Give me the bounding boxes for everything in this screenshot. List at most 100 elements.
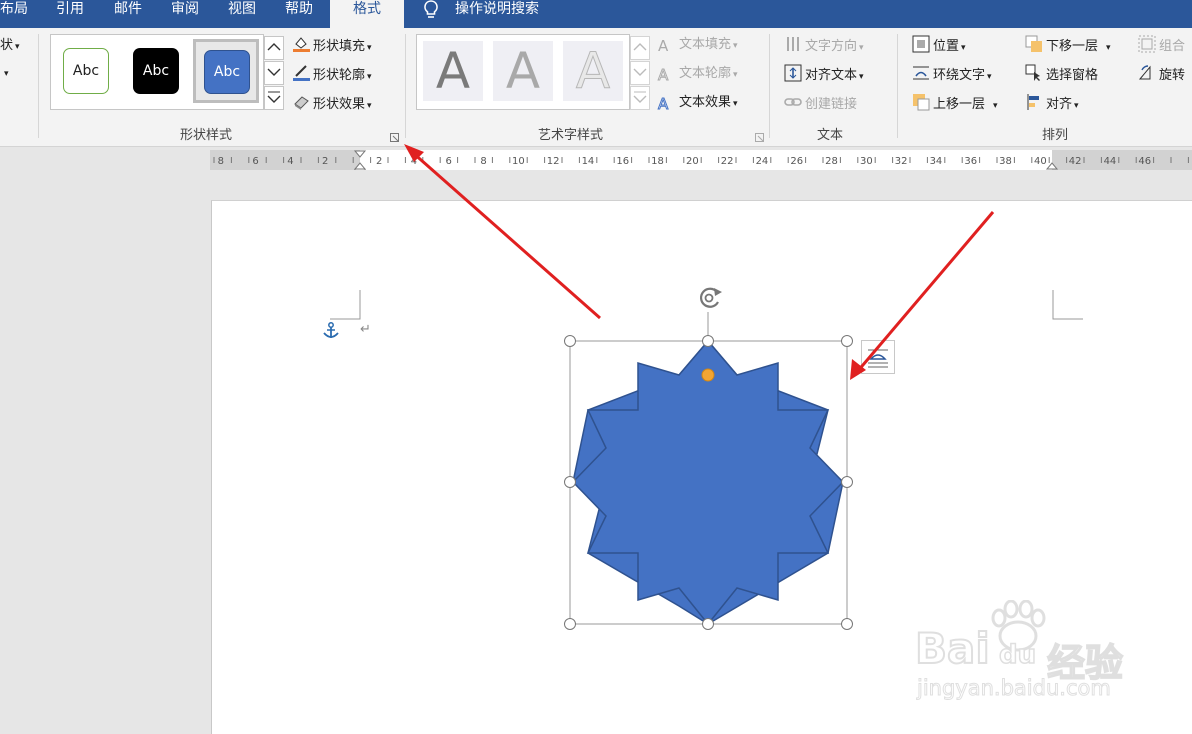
left-cut-command[interactable]: 状 ▾ bbox=[0, 36, 20, 56]
tab-review[interactable]: 审阅 bbox=[171, 0, 199, 28]
rotate-label: 旋转 bbox=[1159, 68, 1186, 83]
wordart-dialog-launcher[interactable] bbox=[755, 128, 765, 147]
resize-handle-left[interactable] bbox=[564, 476, 576, 488]
shape-style-blue-selected[interactable]: Abc bbox=[193, 39, 259, 103]
align-text-label: 对齐文本 bbox=[805, 68, 858, 83]
position-button[interactable]: 位置 ▾ bbox=[912, 35, 966, 55]
tab-view[interactable]: 视图 bbox=[228, 0, 256, 28]
watermark-du: du bbox=[998, 639, 1037, 671]
group-icon bbox=[1138, 35, 1156, 53]
gallery-scroll-up[interactable] bbox=[264, 36, 284, 60]
resize-handle-top[interactable] bbox=[702, 335, 714, 347]
left-cut-dropdown[interactable]: ▾ bbox=[4, 64, 9, 84]
ruler-tick-label: 40 bbox=[1034, 156, 1047, 167]
text-outline-label: 文本轮廓 bbox=[679, 66, 732, 81]
ruler-scale: 8 6 4 2 2 4 6 8 10 12 14 16 18 20 22 24 26 28 30 32 34 36 38 40… bbox=[210, 150, 1192, 178]
shape-effect-label: 形状效果 bbox=[313, 97, 366, 112]
send-backward-button[interactable]: 下移一层 ▾ bbox=[1025, 35, 1111, 55]
ruler-tick-label: 28 bbox=[825, 156, 838, 167]
adjust-handle bbox=[701, 368, 715, 382]
text-group-label: 文本 bbox=[817, 128, 844, 143]
tab-layout[interactable]: 布局 bbox=[0, 0, 28, 28]
wrap-text-button[interactable]: 环绕文字 ▾ bbox=[912, 64, 992, 84]
ruler-tick-label: 42 bbox=[1069, 156, 1082, 167]
shape-styles-group-label: 形状样式 bbox=[180, 128, 233, 143]
wordart-scroll-down[interactable] bbox=[630, 61, 650, 85]
shape-fill-button[interactable]: 形状填充 ▾ bbox=[292, 35, 372, 55]
shape-effect-button[interactable]: 形状效果 ▾ bbox=[292, 93, 372, 113]
wordart-style-3[interactable]: A bbox=[563, 41, 623, 101]
selection-pane-button[interactable]: 选择窗格 bbox=[1025, 64, 1098, 84]
resize-handle-bottom[interactable] bbox=[702, 618, 714, 630]
text-direction-icon bbox=[784, 35, 802, 51]
wordart-style-2[interactable]: A bbox=[493, 41, 553, 101]
text-outline-button[interactable]: A 文本轮廓 ▾ bbox=[658, 64, 738, 85]
ruler-tick-label: 38 bbox=[999, 156, 1012, 167]
text-effect-icon: A bbox=[658, 95, 669, 114]
ruler-tick-label: 44 bbox=[1104, 156, 1117, 167]
rotate-button[interactable]: 旋转 bbox=[1138, 64, 1185, 84]
group-label: 组合 bbox=[1159, 39, 1186, 54]
layout-options-icon[interactable] bbox=[861, 340, 895, 374]
ruler-tick-label: 4 bbox=[411, 156, 417, 167]
text-outline-icon: A bbox=[658, 66, 669, 85]
ruler-tick-label: 36 bbox=[964, 156, 977, 167]
rotate-handle-icon[interactable] bbox=[695, 284, 725, 316]
ruler-tick-label: 2 bbox=[376, 156, 382, 167]
position-label: 位置 bbox=[933, 39, 960, 54]
resize-handle-top-left[interactable] bbox=[564, 335, 576, 347]
chain-link-icon bbox=[784, 93, 802, 109]
text-effect-button[interactable]: A 文本效果 ▾ bbox=[658, 93, 738, 114]
ruler-tick-label: 46 bbox=[1138, 156, 1151, 167]
ruler-tick-label: 26 bbox=[790, 156, 803, 167]
pencil-icon bbox=[292, 64, 310, 81]
resize-handle-right[interactable] bbox=[841, 476, 853, 488]
paint-bucket-icon bbox=[292, 35, 310, 52]
shape-style-blue-swatch: Abc bbox=[204, 50, 250, 94]
tell-me-search[interactable]: 操作说明搜索 bbox=[455, 0, 539, 20]
shape-outline-button[interactable]: 形状轮廓 ▾ bbox=[292, 64, 372, 84]
horizontal-ruler[interactable]: 8 6 4 2 2 4 6 8 10 12 14 16 18 20 22 24 26 28 30 32 34 36 38 40… bbox=[210, 150, 1192, 178]
gallery-scroll-down[interactable] bbox=[264, 61, 284, 85]
resize-handle-top-right[interactable] bbox=[841, 335, 853, 347]
align-icon bbox=[1025, 93, 1043, 110]
shape-style-gallery[interactable]: Abc Abc Abc bbox=[50, 34, 264, 110]
tab-mailings[interactable]: 邮件 bbox=[114, 0, 142, 28]
wordart-scroll-up[interactable] bbox=[630, 36, 650, 60]
ruler-tick-label: 18 bbox=[651, 156, 664, 167]
text-fill-button[interactable]: A 文本填充 ▾ bbox=[658, 35, 738, 55]
resize-handle-bottom-right[interactable] bbox=[841, 618, 853, 630]
ruler-tick-label: 6 bbox=[252, 156, 258, 167]
selection-pane-icon bbox=[1025, 64, 1043, 81]
wrap-text-label: 环绕文字 bbox=[933, 68, 986, 83]
shape-styles-dialog-launcher[interactable] bbox=[390, 128, 400, 147]
tab-references[interactable]: 引用 bbox=[56, 0, 84, 28]
send-backward-label: 下移一层 bbox=[1046, 39, 1099, 54]
group-button[interactable]: 组合 bbox=[1138, 35, 1185, 55]
star-shape-body bbox=[571, 339, 845, 626]
ruler-tick-label: 12 bbox=[547, 156, 560, 167]
lightbulb-icon[interactable] bbox=[423, 0, 439, 24]
wordart-more-button[interactable] bbox=[630, 86, 650, 110]
align-button[interactable]: 对齐 ▾ bbox=[1025, 93, 1079, 113]
ruler-tick-label: 16 bbox=[616, 156, 629, 167]
tab-format[interactable]: 格式 bbox=[330, 0, 404, 28]
shape-style-outline-green[interactable]: Abc bbox=[63, 48, 109, 94]
text-direction-button[interactable]: 文字方向 ▾ bbox=[784, 35, 864, 55]
ruler-tick-label: 10 bbox=[512, 156, 525, 167]
shape-style-black[interactable]: Abc bbox=[133, 48, 179, 94]
align-text-button[interactable]: 对齐文本 ▾ bbox=[784, 64, 864, 84]
tab-help[interactable]: 帮助 bbox=[285, 0, 313, 28]
gallery-more-button[interactable] bbox=[264, 86, 284, 110]
create-link-button[interactable]: 创建链接 bbox=[784, 93, 857, 113]
wordart-gallery[interactable]: A A A bbox=[416, 34, 630, 110]
text-fill-label: 文本填充 bbox=[679, 37, 732, 52]
bring-forward-button[interactable]: 上移一层 ▾ bbox=[912, 93, 998, 113]
resize-handle-bottom-left[interactable] bbox=[564, 618, 576, 630]
ruler-tick-label: 20 bbox=[686, 156, 699, 167]
wordart-style-1[interactable]: A bbox=[423, 41, 483, 101]
send-backward-icon bbox=[1025, 35, 1043, 52]
bring-forward-icon bbox=[912, 93, 930, 111]
wordart-group-label: 艺术字样式 bbox=[538, 128, 604, 143]
anchor-icon[interactable] bbox=[321, 321, 341, 345]
